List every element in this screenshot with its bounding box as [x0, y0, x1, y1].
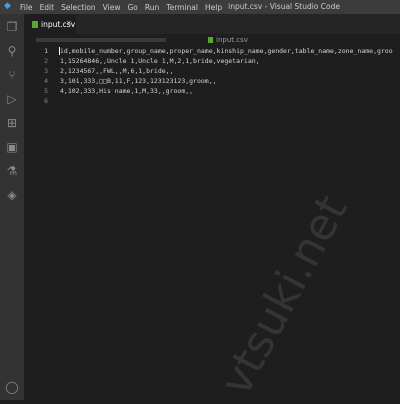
code-area[interactable]: id,mobile_number,group_name,proper_name,… — [60, 46, 400, 106]
line-number: 6 — [44, 97, 48, 105]
line-number: 2 — [44, 57, 48, 65]
run-debug-icon[interactable]: ▷ — [5, 92, 19, 106]
code-line[interactable]: 1,15264846,,Uncle 1,Uncle 1,M,2,1,bride,… — [60, 56, 400, 66]
menu-run[interactable]: Run — [145, 3, 159, 12]
extensions-icon[interactable]: ⊞ — [5, 116, 19, 130]
code-line[interactable]: id,mobile_number,group_name,proper_name,… — [60, 46, 400, 56]
breadcrumb-file-label: input.csv — [216, 36, 248, 44]
menu-help[interactable]: Help — [205, 3, 222, 12]
csv-file-icon — [208, 37, 213, 43]
line-number: 1 — [44, 47, 48, 55]
menu-edit[interactable]: Edit — [40, 3, 55, 12]
docker-icon[interactable]: ◈ — [5, 188, 19, 202]
line-number: 4 — [44, 77, 48, 85]
code-line[interactable] — [60, 96, 400, 106]
line-number: 3 — [44, 67, 48, 75]
activity-bar: ❐ ⚲ ⑂ ▷ ⊞ ▣ ⚗ ◈ ◯ — [0, 14, 24, 400]
breadcrumb: input.csv — [24, 34, 400, 46]
window-title: input.csv - Visual Studio Code — [228, 2, 340, 11]
account-icon[interactable]: ◯ — [5, 380, 19, 394]
code-line[interactable]: 4,102,333,His name,1,M,33,,groom,, — [60, 86, 400, 96]
menu-go[interactable]: Go — [127, 3, 137, 12]
menu-bar: File Edit Selection View Go Run Terminal… — [20, 0, 222, 14]
code-line[interactable]: 2,1234567,,FWL,,M,6,1,bride,, — [60, 66, 400, 76]
line-number-gutter: 1 2 3 4 5 6 — [24, 46, 54, 106]
tab-input-csv[interactable]: input.csv × — [24, 14, 76, 34]
title-bar: ◆ File Edit Selection View Go Run Termin… — [0, 0, 400, 14]
text-cursor — [59, 47, 60, 55]
menu-file[interactable]: File — [20, 3, 33, 12]
menu-selection[interactable]: Selection — [61, 3, 96, 12]
source-control-icon[interactable]: ⑂ — [5, 68, 19, 82]
blurred-path — [36, 38, 166, 42]
explorer-icon[interactable]: ❐ — [5, 20, 19, 34]
search-icon[interactable]: ⚲ — [5, 44, 19, 58]
code-line[interactable]: 3,101,333,□□B,11,F,123,123123123,groom,, — [60, 76, 400, 86]
menu-view[interactable]: View — [103, 3, 121, 12]
close-icon[interactable]: × — [66, 19, 72, 27]
csv-file-icon — [32, 20, 38, 28]
tab-bar: input.csv × — [24, 14, 400, 34]
breadcrumb-file[interactable]: input.csv — [208, 36, 248, 44]
menu-terminal[interactable]: Terminal — [166, 3, 198, 12]
line-number: 5 — [44, 87, 48, 95]
testing-icon[interactable]: ⚗ — [5, 164, 19, 178]
remote-explorer-icon[interactable]: ▣ — [5, 140, 19, 154]
editor[interactable]: 1 2 3 4 5 6 id,mobile_number,group_name,… — [24, 46, 400, 400]
vscode-logo-icon: ◆ — [4, 1, 11, 11]
